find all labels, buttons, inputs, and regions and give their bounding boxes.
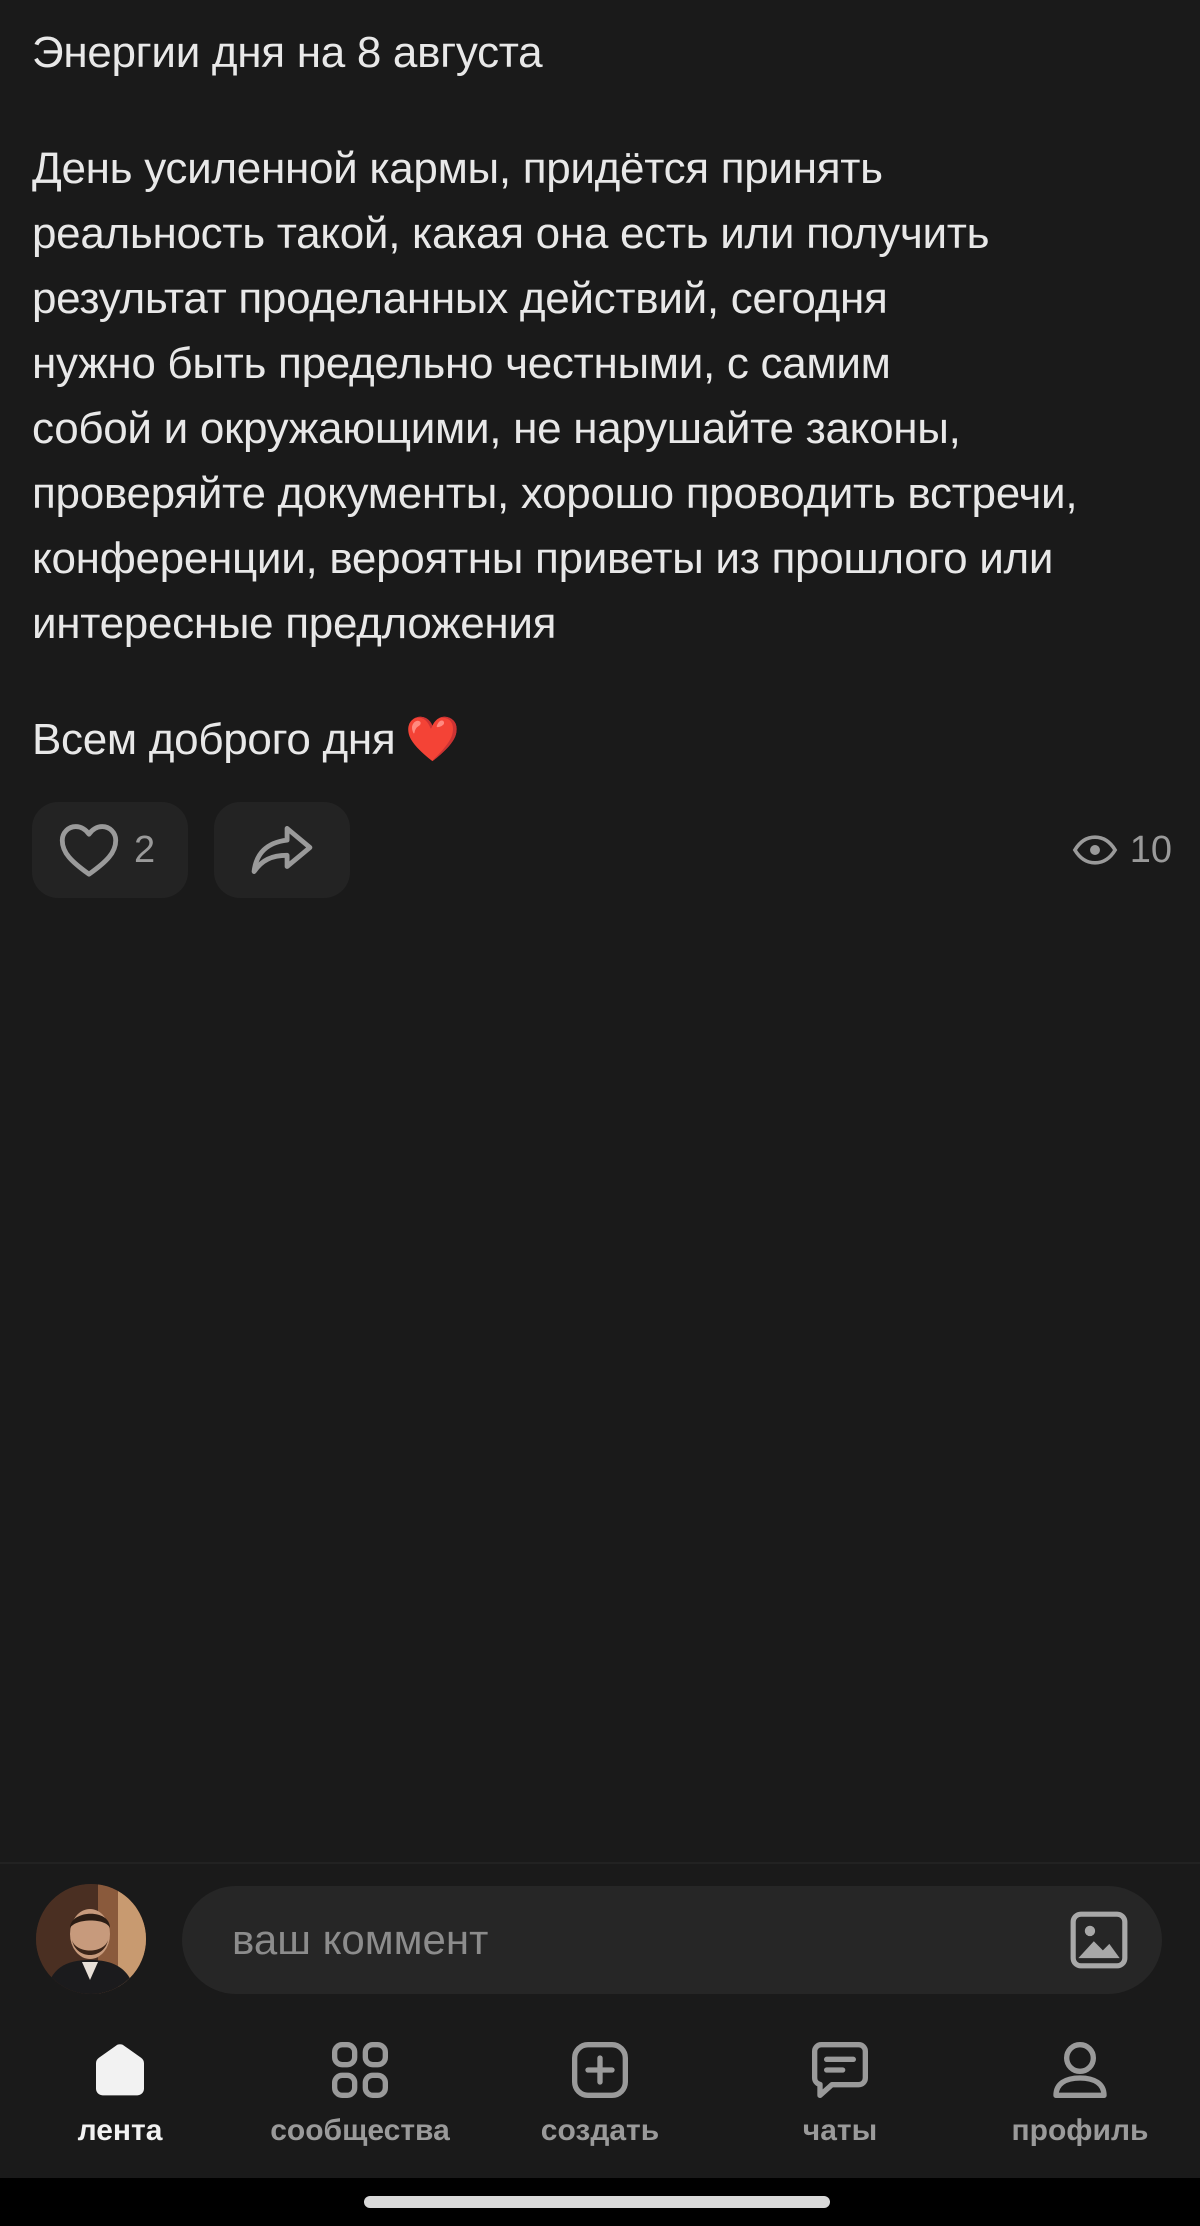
- tab-profile[interactable]: профиль: [960, 2038, 1200, 2168]
- attach-image-button[interactable]: [1064, 1908, 1134, 1972]
- comment-bar: [0, 1864, 1200, 2014]
- heart-emoji-icon: ❤️: [405, 715, 460, 764]
- post-screen: Энергии дня на 8 августа День усиленной …: [0, 0, 1200, 2226]
- post-closing: Всем доброго дня ❤️: [32, 707, 1172, 772]
- views-count: 10: [1129, 828, 1172, 871]
- heart-outline-icon: [59, 824, 119, 877]
- post-body: День усиленной кармы, придётся принять р…: [32, 144, 1078, 648]
- tab-label: сообщества: [270, 2114, 450, 2147]
- comment-input[interactable]: [182, 1886, 1162, 1994]
- avatar[interactable]: [36, 1884, 146, 1994]
- tab-chats[interactable]: чаты: [720, 2038, 960, 2168]
- like-button[interactable]: 2: [32, 802, 188, 898]
- tab-communities[interactable]: сообщества: [240, 2038, 480, 2168]
- post-title: Энергии дня на 8 августа: [32, 28, 543, 77]
- image-icon: [1070, 1911, 1128, 1969]
- home-icon: [96, 2044, 144, 2096]
- plus-square-icon: [572, 2042, 628, 2098]
- share-arrow-icon: [251, 826, 313, 874]
- grid-icon: [332, 2041, 388, 2098]
- eye-icon: [1072, 835, 1117, 865]
- tab-label: чаты: [802, 2114, 878, 2147]
- bottom-tab-bar: лента сообщества создать чаты профиль: [0, 2014, 1200, 2178]
- like-count: 2: [134, 828, 156, 871]
- avatar-image: [36, 1884, 146, 1994]
- post-actions: 2 10: [32, 802, 1172, 898]
- chat-icon: [812, 2042, 868, 2098]
- system-navigation-bar: [0, 2178, 1200, 2226]
- tab-create[interactable]: создать: [480, 2038, 720, 2168]
- share-button[interactable]: [214, 802, 350, 898]
- views-counter: 10: [1072, 802, 1172, 898]
- tab-feed[interactable]: лента: [0, 2038, 240, 2168]
- tab-label: профиль: [1011, 2114, 1149, 2147]
- closing-text: Всем доброго дня: [32, 715, 396, 764]
- tab-label: создать: [540, 2114, 660, 2147]
- post-content: Энергии дня на 8 августа День усиленной …: [32, 20, 1172, 823]
- tab-label: лента: [77, 2114, 163, 2147]
- home-indicator[interactable]: [364, 2196, 830, 2208]
- user-icon: [1053, 2042, 1107, 2098]
